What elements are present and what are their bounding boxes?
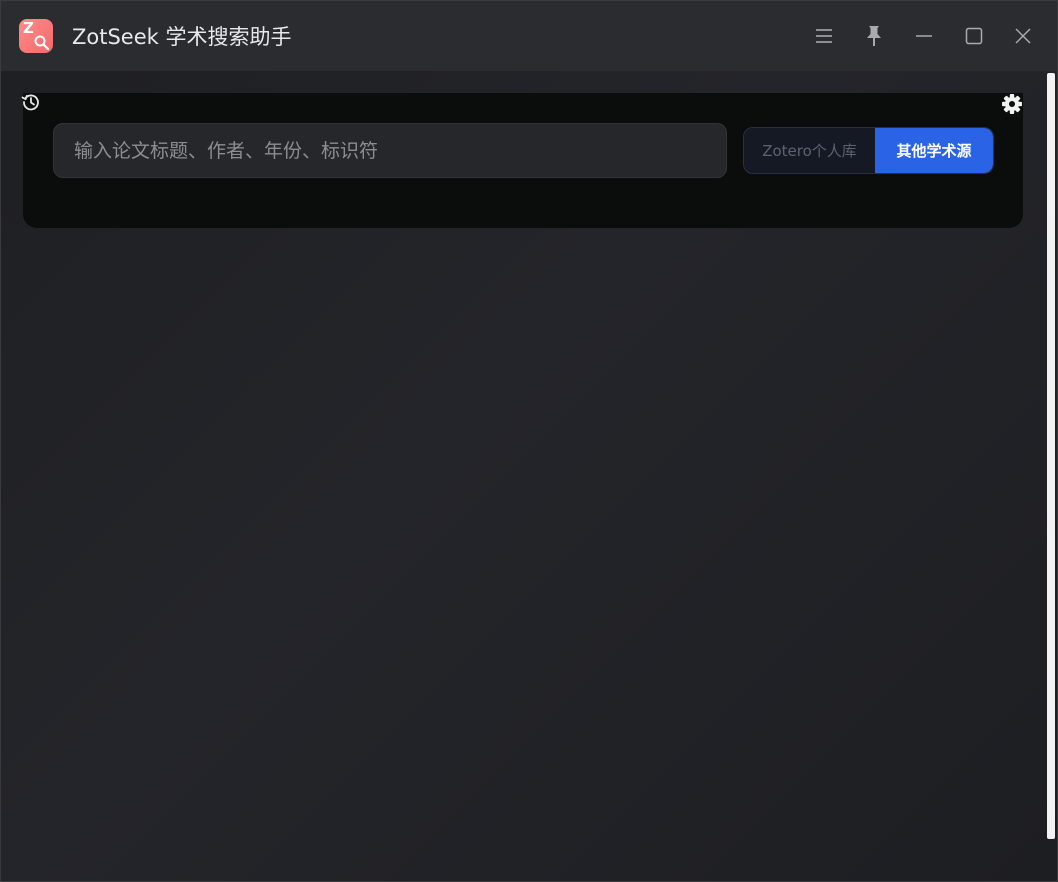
- app-logo: Z: [19, 19, 53, 53]
- minimize-button[interactable]: [911, 23, 937, 49]
- history-button[interactable]: [21, 92, 41, 112]
- maximize-icon: [965, 27, 983, 45]
- source-toggle: Zotero个人库 其他学术源: [743, 127, 994, 174]
- maximize-button[interactable]: [961, 23, 987, 49]
- search-input[interactable]: [53, 123, 727, 178]
- logo-magnifier-icon: [34, 35, 50, 51]
- window-title: ZotSeek 学术搜索助手: [72, 25, 292, 49]
- settings-button[interactable]: [1001, 93, 1023, 115]
- pin-icon: [867, 26, 881, 46]
- title-bar[interactable]: Z ZotSeek 学术搜索助手: [1, 1, 1057, 71]
- close-button[interactable]: [1010, 23, 1036, 49]
- source-option-other[interactable]: 其他学术源: [874, 128, 993, 173]
- source-option-zotero[interactable]: Zotero个人库: [744, 128, 875, 173]
- pin-button[interactable]: [861, 23, 887, 49]
- menu-icon: [816, 29, 832, 43]
- history-icon: [21, 94, 39, 111]
- scrollbar[interactable]: [1047, 73, 1055, 839]
- app-window: Z ZotSeek 学术搜索助手 输入论文标题、作者、年份、标识符 Zotero…: [0, 0, 1058, 882]
- minimize-icon: [916, 35, 932, 37]
- menu-button[interactable]: [811, 23, 837, 49]
- settings-icon: [1002, 94, 1022, 114]
- close-icon: [1015, 28, 1031, 44]
